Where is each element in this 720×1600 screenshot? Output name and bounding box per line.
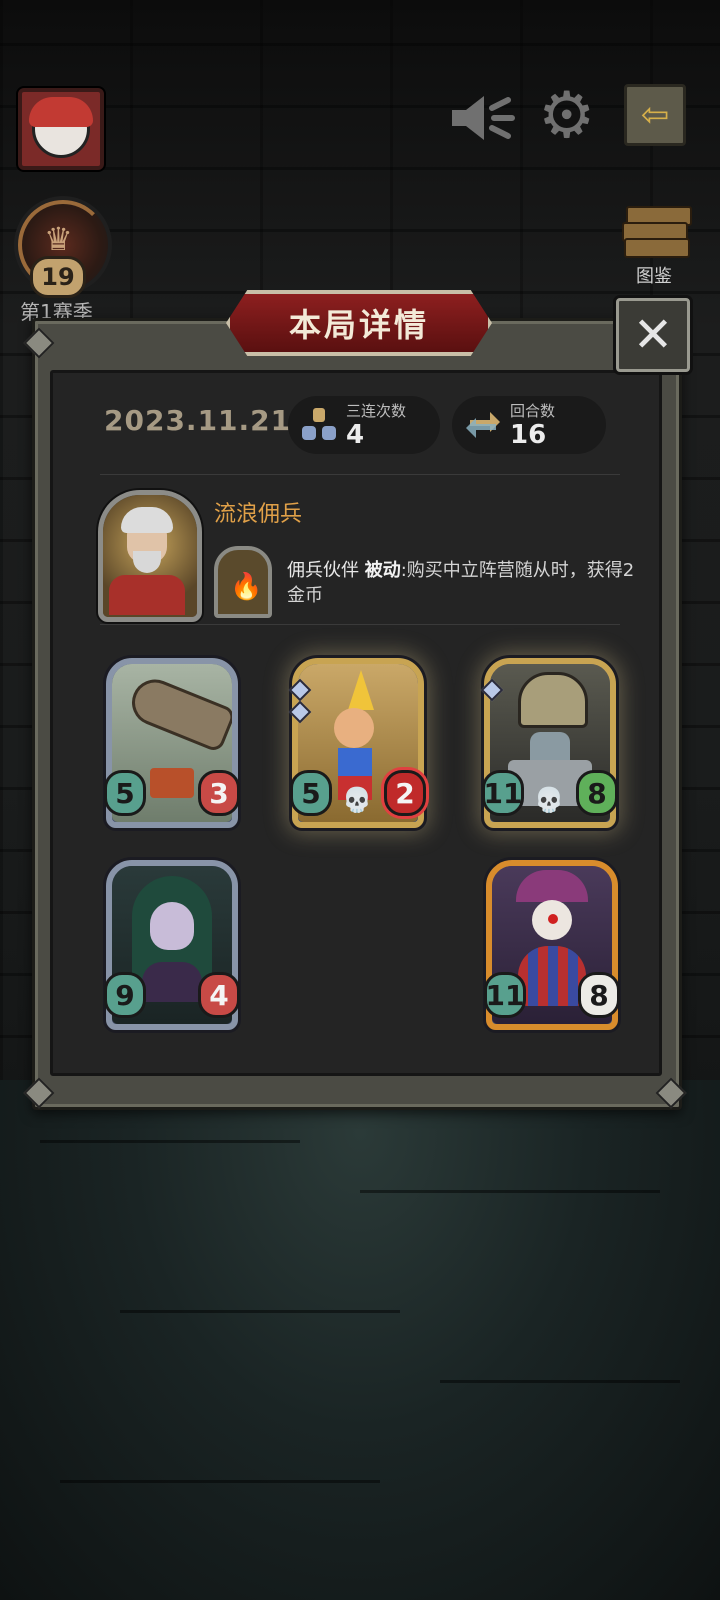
codex-label: 图鉴 <box>636 266 672 287</box>
health-stat: 2 <box>384 770 426 816</box>
attack-stat: 11 <box>484 972 526 1018</box>
health-stat: 8 <box>578 972 620 1018</box>
panel-title: 本局详情 <box>288 306 429 344</box>
skill-name: 佣兵伙伴 <box>287 560 359 581</box>
close-button[interactable]: ✕ <box>616 298 690 372</box>
triple-count-stat: 三连次数 4 <box>288 396 440 454</box>
rounds-label: 回合数 <box>510 402 556 420</box>
match-date: 2023.11.21 <box>104 404 292 437</box>
hero-skill-icon[interactable]: 🔥 <box>214 546 272 618</box>
avatar-portrait <box>29 97 93 158</box>
triple-count-value: 4 <box>346 420 365 450</box>
attack-stat: 11 <box>482 770 524 816</box>
health-stat: 8 <box>576 770 618 816</box>
exit-button[interactable]: ⇦ <box>624 84 686 146</box>
rounds-stat: 回合数 16 <box>452 396 606 454</box>
dungeon-floor-background <box>0 1080 720 1600</box>
hero-skill-description: 佣兵伙伴 被动:购买中立阵营随从时，获得2金币 <box>287 558 647 608</box>
minion-card-zeppelin[interactable]: 5 3 <box>104 658 240 828</box>
skill-type: 被动 <box>364 560 401 581</box>
settings-gear-icon[interactable]: ⚙ <box>538 84 595 148</box>
divider <box>100 474 620 475</box>
fire-icon: 🔥 <box>230 572 263 602</box>
triple-icon <box>302 408 336 440</box>
hero-portrait[interactable] <box>98 490 202 622</box>
panel-title-plate: 本局详情 <box>226 290 492 356</box>
health-stat: 3 <box>198 770 240 816</box>
attack-stat: 9 <box>104 972 146 1018</box>
divider <box>100 624 620 625</box>
close-icon: ✕ <box>632 307 674 363</box>
crown-icon: ♛ <box>44 220 73 258</box>
rounds-icon <box>466 412 500 438</box>
minion-card-bell-robot[interactable]: 11 💀 8 <box>480 658 618 828</box>
hero-name: 流浪佣兵 <box>214 502 303 527</box>
attack-stat: 5 <box>104 770 146 816</box>
speaker-icon[interactable] <box>448 90 516 146</box>
exit-arrow-icon: ⇦ <box>640 95 670 135</box>
triple-count-label: 三连次数 <box>346 402 407 420</box>
codex-button[interactable] <box>622 200 692 260</box>
minion-card-clown[interactable]: 11 8 <box>484 860 620 1030</box>
minion-card-demon-elf[interactable]: 9 4 <box>104 860 240 1030</box>
minion-card-pinocchio[interactable]: 5 💀 2 <box>288 658 426 828</box>
player-avatar[interactable] <box>18 88 104 170</box>
skull-icon: 💀 <box>534 786 564 814</box>
rounds-value: 16 <box>510 420 547 450</box>
skull-icon: 💀 <box>342 786 372 814</box>
attack-stat: 5 <box>290 770 332 816</box>
health-stat: 4 <box>198 972 240 1018</box>
rank-level: 19 <box>30 256 86 298</box>
